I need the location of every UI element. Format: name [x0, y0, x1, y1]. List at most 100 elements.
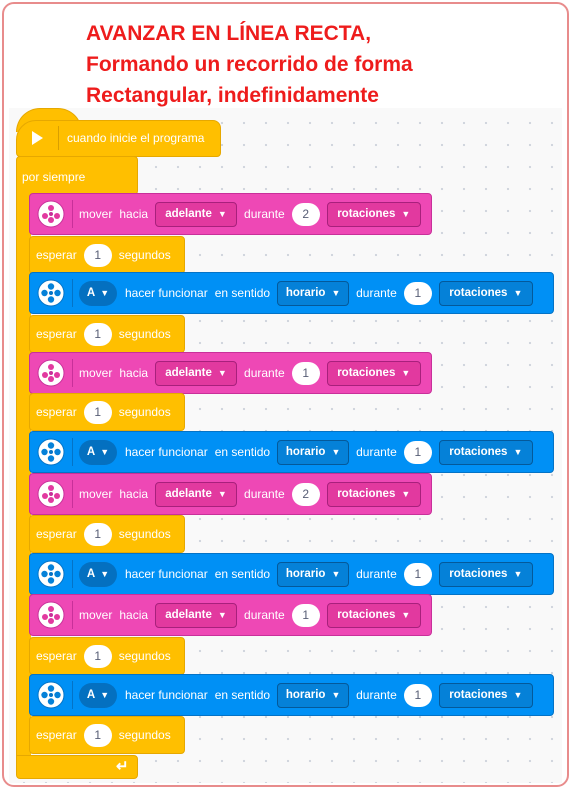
port-dropdown[interactable]: A ▼ [79, 280, 117, 306]
wait-block[interactable]: esperar 1 segundos [29, 515, 185, 553]
wait-label: esperar [36, 728, 77, 742]
seconds-label: segundos [118, 248, 171, 262]
motor-icon [36, 559, 66, 589]
move-block[interactable]: mover hacia adelante ▼ durante 1 rotaciones ▼ [29, 352, 432, 394]
wait-block[interactable]: esperar 1 segundos [29, 637, 185, 675]
move-block[interactable]: mover hacia adelante ▼ durante 2 rotaciones ▼ [29, 473, 432, 515]
seconds-label: segundos [118, 327, 171, 341]
amount-input[interactable]: 1 [291, 361, 320, 385]
amount-input[interactable]: 1 [403, 683, 432, 707]
direction-dropdown[interactable]: adelante ▼ [155, 481, 238, 507]
unit-dropdown[interactable]: rotaciones ▼ [438, 682, 533, 708]
chevron-down-icon: ▼ [331, 690, 341, 700]
direction-value: horario [285, 568, 326, 580]
during-label: durante [356, 688, 397, 702]
motor-run-block[interactable]: A ▼ hacer funcionar en sentido horario ▼ duran… [29, 553, 554, 595]
during-label: durante [356, 567, 397, 581]
run-label: hacer funcionar [125, 445, 208, 459]
direction-value: horario [285, 287, 326, 299]
during-label: durante [244, 608, 285, 622]
port-dropdown[interactable]: A ▼ [79, 682, 117, 708]
chevron-down-icon: ▼ [100, 569, 110, 579]
chevron-down-icon: ▼ [513, 447, 523, 457]
port-dropdown[interactable]: A ▼ [79, 439, 117, 465]
amount-input[interactable]: 1 [291, 603, 320, 627]
wait-block[interactable]: esperar 1 segundos [29, 236, 185, 274]
direction-dropdown[interactable]: adelante ▼ [155, 201, 238, 227]
direction-dropdown[interactable]: adelante ▼ [155, 602, 238, 628]
hat-label: cuando inicie el programa [67, 131, 205, 145]
chevron-down-icon: ▼ [401, 209, 411, 219]
wait-label: esperar [36, 327, 77, 341]
motor-icon [36, 680, 66, 710]
motor-run-block[interactable]: A ▼ hacer funcionar en sentido horario ▼ duran… [29, 674, 554, 716]
block-separator [72, 200, 73, 228]
port-value: A [86, 446, 96, 458]
during-label: durante [356, 445, 397, 459]
move-block[interactable]: mover hacia adelante ▼ durante 2 rotaciones ▼ [29, 193, 432, 235]
motor-icon [36, 437, 66, 467]
direction-value: horario [285, 689, 326, 701]
unit-dropdown[interactable]: rotaciones ▼ [326, 481, 421, 507]
move-label: mover [79, 487, 113, 501]
seconds-input[interactable]: 1 [83, 644, 112, 668]
direction-dropdown[interactable]: horario ▼ [277, 682, 350, 708]
wait-block[interactable]: esperar 1 segundos [29, 393, 185, 431]
motor-run-block[interactable]: A ▼ hacer funcionar en sentido horario ▼ duran… [29, 431, 554, 473]
direction-dropdown[interactable]: horario ▼ [277, 439, 350, 465]
direction-dropdown[interactable]: adelante ▼ [155, 360, 238, 386]
seconds-input[interactable]: 1 [83, 322, 112, 346]
motor-run-block[interactable]: A ▼ hacer funcionar en sentido horario ▼ duran… [29, 272, 554, 314]
unit-dropdown[interactable]: rotaciones ▼ [326, 201, 421, 227]
unit-value: rotaciones [337, 609, 396, 621]
wait-block[interactable]: esperar 1 segundos [29, 315, 185, 353]
forever-label: por siempre [22, 170, 86, 184]
port-value: A [86, 568, 96, 580]
loop-arrow-icon: ↵ [116, 758, 129, 775]
unit-dropdown[interactable]: rotaciones ▼ [438, 561, 533, 587]
seconds-input[interactable]: 1 [83, 723, 112, 747]
chevron-down-icon: ▼ [401, 610, 411, 620]
run-label: hacer funcionar [125, 567, 208, 581]
wait-label: esperar [36, 527, 77, 541]
amount-input[interactable]: 2 [291, 202, 320, 226]
amount-input[interactable]: 1 [403, 562, 432, 586]
page-title: AVANZAR EN LÍNEA RECTA, Formando un reco… [86, 18, 413, 111]
amount-input[interactable]: 1 [403, 281, 432, 305]
chevron-down-icon: ▼ [217, 489, 227, 499]
seconds-input[interactable]: 1 [83, 400, 112, 424]
direction-dropdown[interactable]: horario ▼ [277, 280, 350, 306]
block-separator [72, 560, 73, 588]
chevron-down-icon: ▼ [217, 610, 227, 620]
move-label: mover [79, 366, 113, 380]
port-value: A [86, 689, 96, 701]
run-label: hacer funcionar [125, 688, 208, 702]
unit-dropdown[interactable]: rotaciones ▼ [326, 602, 421, 628]
unit-value: rotaciones [337, 367, 396, 379]
block-separator [72, 359, 73, 387]
unit-dropdown[interactable]: rotaciones ▼ [438, 439, 533, 465]
toward-label: hacia [119, 487, 149, 501]
unit-value: rotaciones [449, 568, 508, 580]
play-icon [22, 123, 52, 153]
move-label: mover [79, 207, 113, 221]
move-block[interactable]: mover hacia adelante ▼ durante 1 rotaciones ▼ [29, 594, 432, 636]
chevron-down-icon: ▼ [100, 288, 110, 298]
movement-motor-icon [36, 600, 66, 630]
seconds-input[interactable]: 1 [83, 243, 112, 267]
run-label: hacer funcionar [125, 286, 208, 300]
chevron-down-icon: ▼ [401, 368, 411, 378]
unit-dropdown[interactable]: rotaciones ▼ [438, 280, 533, 306]
amount-input[interactable]: 1 [403, 440, 432, 464]
direction-dropdown[interactable]: horario ▼ [277, 561, 350, 587]
block-separator [72, 601, 73, 629]
block-separator [72, 438, 73, 466]
seconds-input[interactable]: 1 [83, 522, 112, 546]
port-dropdown[interactable]: A ▼ [79, 561, 117, 587]
direction-value: horario [285, 446, 326, 458]
amount-input[interactable]: 2 [291, 482, 320, 506]
unit-dropdown[interactable]: rotaciones ▼ [326, 360, 421, 386]
during-label: durante [244, 366, 285, 380]
wait-block[interactable]: esperar 1 segundos [29, 716, 185, 754]
block-separator [72, 279, 73, 307]
